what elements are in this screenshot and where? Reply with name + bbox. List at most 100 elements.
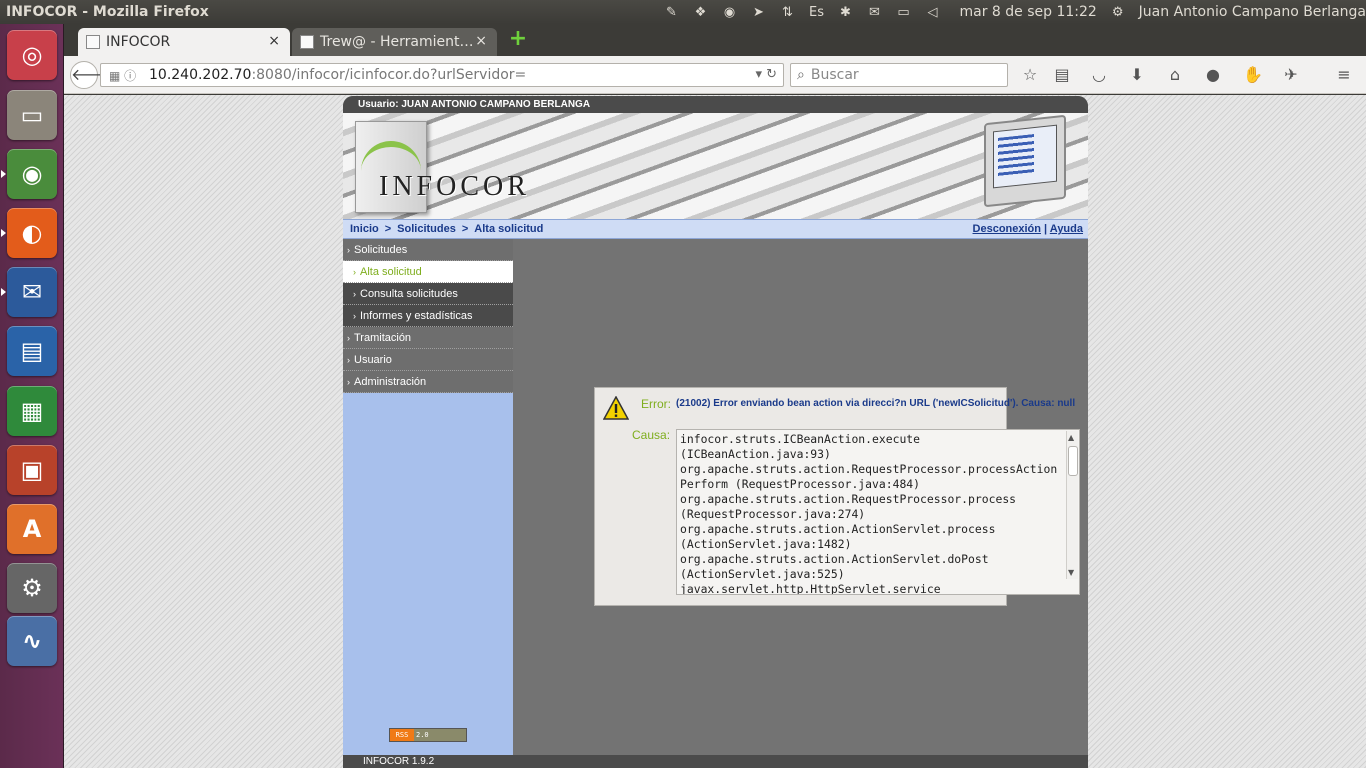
top-links: Desconexión | Ayuda (973, 223, 1083, 235)
chevron-right-icon: › (347, 332, 350, 343)
back-button[interactable]: 🡐 (70, 61, 114, 89)
bluetooth-icon[interactable]: ✱ (837, 4, 855, 20)
search-input[interactable]: ⌕ Buscar (790, 63, 1008, 87)
menu-item-label: Consulta solicitudes (360, 287, 458, 300)
chat-icon[interactable]: ● (1203, 65, 1223, 85)
menu-item-solicitudes[interactable]: › Solicitudes (343, 239, 513, 261)
clock[interactable]: mar 8 de sep 11:22 (960, 4, 1097, 20)
window-title: INFOCOR - Mozilla Firefox (6, 4, 209, 20)
reload-icon[interactable]: ▾ ↻ (755, 67, 777, 82)
url-text: 10.240.202.70:8080/infocor/icinfocor.do?… (149, 67, 526, 83)
menu-item-informes-y-estad-sticas[interactable]: › Informes y estadísticas (343, 305, 513, 327)
link-separator: | (1044, 223, 1048, 235)
impress-icon[interactable]: ▣ (7, 445, 57, 495)
system-settings-icon[interactable]: ⚙ (7, 563, 57, 613)
new-tab-button[interactable]: + (508, 28, 528, 50)
reading-list-icon[interactable]: ▤ (1052, 65, 1072, 85)
footer-version: INFOCOR 1.9.2 (343, 755, 1088, 768)
url-host: 10.240.202.70 (149, 67, 252, 83)
menu-item-label: Alta solicitud (360, 265, 422, 278)
breadcrumb-alta-solicitud[interactable]: Alta solicitud (474, 223, 543, 235)
running-indicator (1, 170, 6, 178)
page-favicon-icon (86, 35, 100, 49)
infocor-page: Usuario: JUAN ANTONIO CAMPANO BERLANGA I… (343, 96, 1088, 768)
bookmark-star-icon[interactable]: ☆ (1020, 65, 1040, 85)
chrome-icon[interactable]: ◉ (7, 149, 57, 199)
cause-text: infocor.struts.ICBeanAction.execute (ICB… (680, 432, 1058, 595)
cause-label: Causa: (632, 428, 671, 442)
keyboard-layout-icon[interactable]: Es (808, 4, 826, 20)
telegram-icon[interactable]: ➤ (750, 4, 768, 20)
addon-icon[interactable]: ✈ (1281, 65, 1301, 85)
rss-badge[interactable]: RSS 2.0 (389, 728, 467, 742)
breadcrumb-solicitudes[interactable]: Solicitudes (397, 223, 456, 235)
close-tab-icon[interactable]: × (268, 33, 280, 49)
navigation-bar: 🡐 ▦ ⓘ 10.240.202.70:8080/infocor/icinfoc… (64, 56, 1366, 94)
system-monitor-icon[interactable]: ∿ (7, 616, 57, 666)
menu-item-usuario[interactable]: › Usuario (343, 349, 513, 371)
tab-bar: INFOCOR × Trew@ - Herramient… × + (64, 24, 1366, 56)
downloads-icon[interactable]: ⬇ (1127, 65, 1147, 85)
close-tab-icon[interactable]: × (475, 33, 487, 49)
writer-icon[interactable]: ▤ (7, 326, 57, 376)
home-icon[interactable]: ⌂ (1165, 65, 1185, 85)
calc-icon[interactable]: ▦ (7, 386, 57, 436)
cause-textarea[interactable]: infocor.struts.ICBeanAction.execute (ICB… (676, 429, 1080, 595)
menu-item-label: Tramitación (354, 331, 412, 344)
page-favicon-icon (300, 35, 314, 49)
extension-icon[interactable]: ✋ (1243, 65, 1263, 85)
menu-item-consulta-solicitudes[interactable]: › Consulta solicitudes (343, 283, 513, 305)
menu-item-alta-solicitud[interactable]: › Alta solicitud (343, 261, 513, 283)
settings-gear-icon[interactable]: ⚙ (1109, 4, 1127, 20)
scroll-thumb[interactable] (1068, 446, 1078, 476)
top-panel: INFOCOR - Mozilla Firefox ✎ ❖ ◉ ➤ ⇅ Es ✱… (0, 0, 1366, 24)
launcher: ◎ ▭ ◉ ◐ ✉ ▤ ▦ ▣ A ⚙ ∿ (0, 24, 64, 768)
site-info-icon[interactable]: ▦ ⓘ (109, 67, 136, 84)
menu-item-label: Informes y estadísticas (360, 309, 473, 322)
scroll-up-icon[interactable]: ▲ (1068, 433, 1074, 442)
rss-label: RSS (390, 729, 414, 741)
error-panel: Error: (21002) Error enviando bean actio… (594, 387, 1080, 606)
menu-item-label: Solicitudes (354, 243, 408, 256)
firefox-icon[interactable]: ◐ (7, 208, 57, 258)
battery-icon[interactable]: ▭ (895, 4, 913, 20)
chevron-right-icon: › (353, 266, 356, 277)
search-icon: ⌕ (797, 67, 805, 83)
running-indicator (1, 229, 6, 237)
menu-hamburger-icon[interactable]: ≡ (1334, 65, 1354, 85)
chevron-right-icon: › (347, 376, 350, 387)
warning-icon (603, 396, 629, 420)
files-icon[interactable]: ▭ (7, 90, 57, 140)
chrome-tray-icon[interactable]: ◉ (721, 4, 739, 20)
mail-icon[interactable]: ✉ (866, 4, 884, 20)
help-link[interactable]: Ayuda (1050, 223, 1083, 235)
scroll-down-icon[interactable]: ▼ (1068, 568, 1074, 577)
system-tray: ✎ ❖ ◉ ➤ ⇅ Es ✱ ✉ ▭ ◁ (663, 4, 942, 20)
ubuntu-dash-icon[interactable]: ◎ (7, 30, 57, 80)
logout-link[interactable]: Desconexión (973, 223, 1041, 235)
software-center-icon[interactable]: A (7, 504, 57, 554)
tab-trewa[interactable]: Trew@ - Herramient… × (292, 28, 497, 56)
breadcrumb: Inicio > Solicitudes > Alta solicitud De… (343, 219, 1088, 239)
page-viewport: Usuario: JUAN ANTONIO CAMPANO BERLANGA I… (64, 95, 1366, 768)
chevron-right-icon: › (353, 310, 356, 321)
cause-scrollbar[interactable]: ▲ ▼ (1066, 431, 1078, 579)
network-icon[interactable]: ⇅ (779, 4, 797, 20)
sidebar: › Solicitudes › Alta solicitud › Consulta sol… (343, 239, 513, 755)
thunderbird-icon[interactable]: ✉ (7, 267, 57, 317)
tab-infocor[interactable]: INFOCOR × (78, 28, 290, 56)
dropbox-icon[interactable]: ❖ (692, 4, 710, 20)
menu-item-administraci-n[interactable]: › Administración (343, 371, 513, 393)
edit-icon[interactable]: ✎ (663, 4, 681, 20)
monitor-icon (984, 114, 1066, 208)
breadcrumb-inicio[interactable]: Inicio (350, 223, 379, 235)
url-bar[interactable]: ▦ ⓘ 10.240.202.70:8080/infocor/icinfocor… (100, 63, 784, 87)
volume-icon[interactable]: ◁ (924, 4, 942, 20)
menu-item-tramitaci-n[interactable]: › Tramitación (343, 327, 513, 349)
chevron-right-icon: › (347, 244, 350, 255)
chevron-right-icon: › (353, 288, 356, 299)
running-indicator (1, 288, 6, 296)
session-user[interactable]: Juan Antonio Campano Berlanga (1139, 4, 1366, 20)
error-label: Error: (641, 397, 671, 411)
pocket-icon[interactable]: ◡ (1089, 65, 1109, 85)
